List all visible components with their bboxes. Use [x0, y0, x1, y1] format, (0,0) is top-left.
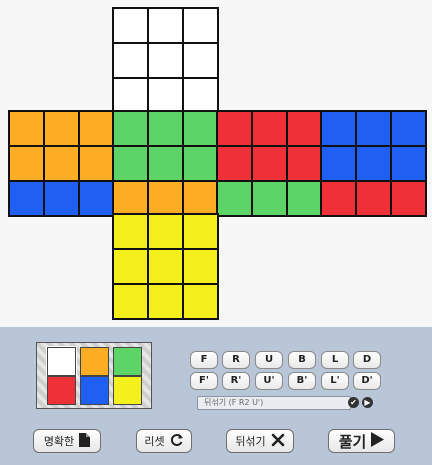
sticker-back-4[interactable]	[357, 147, 390, 180]
swatch-white[interactable]	[46, 346, 77, 377]
scramble-label: 뒤섞기	[235, 435, 266, 448]
sticker-up-1[interactable]	[149, 9, 182, 42]
sticker-back-3[interactable]	[322, 147, 355, 180]
sticker-front-4[interactable]	[149, 147, 182, 180]
sticker-left-7[interactable]	[45, 182, 78, 215]
swatch-orange[interactable]	[80, 347, 109, 376]
swatch-blue[interactable]	[80, 376, 109, 405]
solve-button[interactable]: 풀기	[328, 429, 395, 453]
move-L-prime-button[interactable]: L'	[321, 372, 349, 390]
sticker-front-1[interactable]	[149, 112, 182, 145]
sticker-down-0[interactable]	[114, 215, 147, 248]
move-B-prime-button[interactable]: B'	[288, 372, 316, 390]
sticker-front-8[interactable]	[184, 182, 217, 215]
move-L-button[interactable]: L	[321, 351, 349, 369]
face-front	[112, 110, 219, 217]
sticker-front-5[interactable]	[184, 147, 217, 180]
sticker-down-1[interactable]	[149, 215, 182, 248]
face-back	[320, 110, 427, 217]
sticker-back-7[interactable]	[357, 182, 390, 215]
swatch-red[interactable]	[47, 376, 76, 405]
sticker-front-7[interactable]	[149, 182, 182, 215]
swatch-yellow[interactable]	[113, 376, 142, 405]
move-D-prime-button[interactable]: D'	[353, 372, 381, 390]
sticker-back-5[interactable]	[392, 147, 425, 180]
face-down	[112, 213, 219, 320]
shuffle-icon	[271, 433, 285, 450]
swatch-green[interactable]	[113, 347, 142, 376]
move-D-button[interactable]: D	[353, 351, 381, 369]
sticker-down-6[interactable]	[114, 285, 147, 318]
sticker-right-7[interactable]	[253, 182, 286, 215]
sticker-left-4[interactable]	[45, 147, 78, 180]
sticker-front-3[interactable]	[114, 147, 147, 180]
play-scramble-button[interactable]: ▶	[362, 397, 373, 408]
sticker-down-7[interactable]	[149, 285, 182, 318]
sticker-up-0[interactable]	[114, 9, 147, 42]
sticker-up-6[interactable]	[114, 79, 147, 112]
sticker-right-8[interactable]	[288, 182, 321, 215]
apply-scramble-button[interactable]: ✔	[348, 397, 359, 408]
sticker-left-0[interactable]	[10, 112, 43, 145]
move-U-button[interactable]: U	[255, 351, 283, 369]
sticker-right-6[interactable]	[218, 182, 251, 215]
sticker-left-3[interactable]	[10, 147, 43, 180]
clear-button[interactable]: 명확한	[33, 429, 101, 453]
reset-button[interactable]: 리셋	[136, 429, 192, 453]
sticker-right-3[interactable]	[218, 147, 251, 180]
sticker-back-2[interactable]	[392, 112, 425, 145]
sticker-down-2[interactable]	[184, 215, 217, 248]
sticker-right-4[interactable]	[253, 147, 286, 180]
color-palette	[36, 342, 152, 409]
sticker-right-2[interactable]	[288, 112, 321, 145]
solve-label: 풀기	[338, 432, 367, 451]
refresh-icon	[170, 433, 184, 450]
sticker-left-2[interactable]	[80, 112, 113, 145]
sticker-up-7[interactable]	[149, 79, 182, 112]
move-F-button[interactable]: F	[190, 351, 218, 369]
sticker-down-8[interactable]	[184, 285, 217, 318]
sticker-up-3[interactable]	[114, 44, 147, 77]
sticker-left-1[interactable]	[45, 112, 78, 145]
move-U-prime-button[interactable]: U'	[255, 372, 283, 390]
cube-net	[0, 0, 432, 327]
sticker-back-0[interactable]	[322, 112, 355, 145]
sticker-right-5[interactable]	[288, 147, 321, 180]
sticker-down-5[interactable]	[184, 250, 217, 283]
face-up	[112, 7, 219, 114]
sticker-left-6[interactable]	[10, 182, 43, 215]
reset-label: 리셋	[144, 435, 165, 448]
move-R-button[interactable]: R	[222, 351, 250, 369]
sticker-front-2[interactable]	[184, 112, 217, 145]
move-F-prime-button[interactable]: F'	[190, 372, 218, 390]
document-icon	[79, 432, 91, 450]
sticker-down-4[interactable]	[149, 250, 182, 283]
sticker-back-1[interactable]	[357, 112, 390, 145]
sticker-front-6[interactable]	[114, 182, 147, 215]
sticker-up-8[interactable]	[184, 79, 217, 112]
sticker-right-1[interactable]	[253, 112, 286, 145]
scramble-input[interactable]: 뒤섞기 (F R2 U')	[197, 396, 351, 410]
face-right	[216, 110, 323, 217]
sticker-left-5[interactable]	[80, 147, 113, 180]
move-R-prime-button[interactable]: R'	[222, 372, 250, 390]
play-icon	[371, 431, 385, 451]
sticker-right-0[interactable]	[218, 112, 251, 145]
scramble-button[interactable]: 뒤섞기	[226, 429, 294, 453]
sticker-back-6[interactable]	[322, 182, 355, 215]
sticker-up-4[interactable]	[149, 44, 182, 77]
move-B-button[interactable]: B	[288, 351, 316, 369]
sticker-down-3[interactable]	[114, 250, 147, 283]
clear-label: 명확한	[43, 435, 75, 448]
face-left	[8, 110, 115, 217]
sticker-back-8[interactable]	[392, 182, 425, 215]
sticker-front-0[interactable]	[114, 112, 147, 145]
sticker-up-2[interactable]	[184, 9, 217, 42]
sticker-up-5[interactable]	[184, 44, 217, 77]
sticker-left-8[interactable]	[80, 182, 113, 215]
